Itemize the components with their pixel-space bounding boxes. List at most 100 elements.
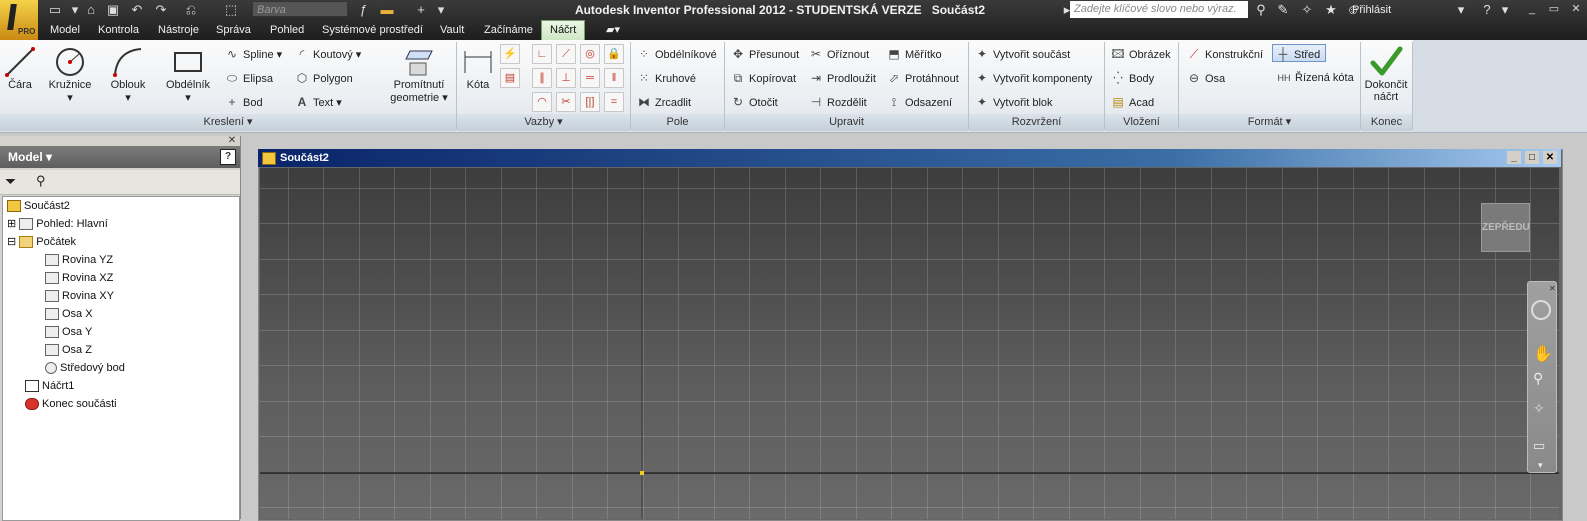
graphics-window-titlebar[interactable]: Součást2 _ □ ✕ bbox=[258, 149, 1561, 167]
create-block-button[interactable]: ✦ Vytvořit blok bbox=[974, 93, 1053, 111]
new-file-icon[interactable]: ▭ bbox=[46, 2, 64, 18]
parallel-icon[interactable]: ∥ bbox=[532, 68, 552, 88]
customize-arrow-icon[interactable]: ▾ bbox=[432, 2, 450, 18]
doc-minimize-button[interactable]: _ bbox=[1507, 151, 1521, 164]
tree-item[interactable]: Osa Z bbox=[3, 341, 239, 359]
fillet-button[interactable]: ◜ Koutový ▾ bbox=[294, 45, 362, 63]
center-point-button[interactable]: ┼ Střed bbox=[1272, 44, 1326, 62]
select-icon[interactable]: ⬚ bbox=[222, 2, 240, 18]
insert-image-button[interactable]: 🖾 Obrázek bbox=[1110, 45, 1170, 63]
find-icon[interactable]: ⚲ bbox=[36, 173, 46, 189]
restore-button[interactable]: ▭ bbox=[1546, 2, 1562, 16]
tree-item[interactable]: ⊞ Pohled: Hlavní bbox=[3, 215, 239, 233]
undo-icon[interactable]: ↶ bbox=[128, 2, 146, 18]
look-at-icon[interactable]: ▭ bbox=[1533, 438, 1545, 454]
wrench-icon[interactable]: ✎ bbox=[1274, 1, 1292, 18]
collapse-icon[interactable]: ⊟ bbox=[3, 236, 16, 248]
plus-icon[interactable]: + bbox=[412, 2, 430, 18]
doc-maximize-button[interactable]: □ bbox=[1525, 151, 1539, 164]
panel-title-format[interactable]: Formát ▾ bbox=[1179, 114, 1360, 131]
color-selector[interactable]: Barva bbox=[252, 1, 348, 17]
coincident-icon[interactable]: ∟ bbox=[532, 44, 552, 64]
expand-icon[interactable]: ⊞ bbox=[3, 218, 16, 230]
project-geometry-button[interactable]: Promítnutí geometrie ▾ bbox=[388, 45, 450, 104]
navbar-dropdown-icon[interactable]: ▾ bbox=[1538, 460, 1543, 471]
text-button[interactable]: A Text ▾ bbox=[294, 93, 342, 111]
construction-button[interactable]: ⟋ Konstrukční bbox=[1186, 45, 1263, 63]
save-icon[interactable]: ▣ bbox=[104, 2, 122, 18]
make-part-button[interactable]: ✦ Vytvořit součást bbox=[974, 45, 1070, 63]
close-button[interactable]: ✕ bbox=[1568, 2, 1584, 16]
spline-button[interactable]: ∿ Spline ▾ bbox=[224, 45, 282, 63]
return-icon[interactable]: ⎌ bbox=[182, 2, 200, 18]
line-style-icon[interactable]: ▬ bbox=[378, 2, 396, 18]
centerline-button[interactable]: ⊖ Osa bbox=[1186, 69, 1225, 87]
rotate-button[interactable]: ↻ Otočit bbox=[730, 93, 778, 111]
tree-item[interactable]: Rovina XZ bbox=[3, 269, 239, 287]
minimize-button[interactable]: _ bbox=[1524, 2, 1540, 16]
tab-zaciname[interactable]: Začínáme bbox=[476, 20, 541, 40]
zoom-icon[interactable]: ⚲ bbox=[1533, 370, 1543, 387]
function-icon[interactable]: ƒ bbox=[354, 2, 372, 18]
tree-item[interactable]: Rovina YZ bbox=[3, 251, 239, 269]
sketch-canvas[interactable] bbox=[260, 168, 1559, 519]
steering-wheel-icon[interactable] bbox=[1531, 300, 1551, 320]
tab-systemove-prostredi[interactable]: Systémové prostředí bbox=[314, 20, 431, 40]
scale-button[interactable]: ⬒ Měřítko bbox=[886, 45, 941, 63]
make-components-button[interactable]: ✦ Vytvořit komponenty bbox=[974, 69, 1092, 87]
orbit-icon[interactable]: ✧ bbox=[1533, 400, 1545, 417]
tab-kontrola[interactable]: Kontrola bbox=[90, 20, 147, 40]
tree-item[interactable]: Náčrt1 bbox=[3, 377, 239, 395]
copy-button[interactable]: ⧉ Kopírovat bbox=[730, 69, 796, 87]
viewcube[interactable]: ZEPŘEDU bbox=[1481, 203, 1530, 252]
pan-icon[interactable]: ✋ bbox=[1533, 344, 1553, 364]
line-button[interactable]: Čára bbox=[2, 45, 38, 91]
tab-model[interactable]: Model bbox=[42, 20, 88, 40]
smooth-icon[interactable]: ✂ bbox=[556, 92, 576, 112]
star-icon[interactable]: ★ bbox=[1322, 1, 1340, 18]
concentric-icon[interactable]: ◎ bbox=[580, 44, 600, 64]
filter-icon[interactable]: ⏷ bbox=[5, 173, 16, 190]
auto-dimension-icon[interactable]: ⚡ bbox=[500, 44, 520, 64]
symmetric-icon[interactable]: [|] bbox=[580, 92, 600, 112]
tree-item[interactable]: Součást2 bbox=[3, 197, 239, 215]
dimension-button[interactable]: Kóta bbox=[460, 45, 496, 91]
trim-button[interactable]: ✂ Oříznout bbox=[808, 45, 869, 63]
satellite-icon[interactable]: ✧ bbox=[1298, 1, 1316, 18]
tree-item[interactable]: Středový bod bbox=[3, 359, 239, 377]
point-button[interactable]: + Bod bbox=[224, 93, 262, 111]
application-menu-button[interactable]: PRO bbox=[0, 0, 38, 40]
circular-pattern-button[interactable]: ⁙ Kruhové bbox=[636, 69, 696, 87]
vertical-icon[interactable]: ‖ bbox=[604, 68, 624, 88]
stretch-button[interactable]: ⬀ Protáhnout bbox=[886, 69, 959, 87]
split-button[interactable]: ⊣ Rozdělit bbox=[808, 93, 867, 111]
extend-button[interactable]: ⇥ Prodloužit bbox=[808, 69, 876, 87]
show-constraints-icon[interactable]: ▤ bbox=[500, 68, 520, 88]
open-file-icon[interactable]: ⌂ bbox=[82, 2, 100, 18]
horizontal-icon[interactable]: ═ bbox=[580, 68, 600, 88]
tree-item[interactable]: Osa Y bbox=[3, 323, 239, 341]
navbar-close-icon[interactable]: ✕ bbox=[1549, 284, 1556, 293]
help-dropdown-icon[interactable]: ▾ bbox=[1496, 1, 1514, 18]
tab-pohled[interactable]: Pohled bbox=[262, 20, 312, 40]
browser-close-icon[interactable]: ✕ bbox=[226, 136, 238, 146]
insert-points-button[interactable]: ⁛ Body bbox=[1110, 69, 1154, 87]
polygon-button[interactable]: ⬡ Polygon bbox=[294, 69, 353, 87]
arc-button[interactable]: Oblouk ▾ bbox=[104, 45, 152, 104]
binoculars-icon[interactable]: ⚲ bbox=[1252, 1, 1270, 18]
browser-help-icon[interactable]: ? bbox=[220, 149, 236, 165]
driven-dimension-button[interactable]: HH Řízená kóta bbox=[1276, 69, 1354, 87]
circle-button[interactable]: Kružnice ▾ bbox=[44, 45, 96, 104]
browser-header[interactable]: Model ▾ ? bbox=[0, 146, 240, 168]
tab-sprava[interactable]: Správa bbox=[208, 20, 259, 40]
tab-nastroje[interactable]: Nástroje bbox=[150, 20, 207, 40]
rectangle-button[interactable]: Obdélník ▾ bbox=[160, 45, 216, 104]
tree-item[interactable]: Konec součásti bbox=[3, 395, 239, 413]
tangent-icon[interactable]: ◠ bbox=[532, 92, 552, 112]
insert-acad-button[interactable]: ▤ Acad bbox=[1110, 93, 1154, 111]
tab-nacrt[interactable]: Náčrt bbox=[541, 20, 586, 40]
redo-icon[interactable]: ↷ bbox=[152, 2, 170, 18]
tree-item[interactable]: Rovina XY bbox=[3, 287, 239, 305]
tab-vault[interactable]: Vault bbox=[432, 20, 472, 40]
camera-tab-icon[interactable]: ▰▾ bbox=[598, 20, 628, 40]
